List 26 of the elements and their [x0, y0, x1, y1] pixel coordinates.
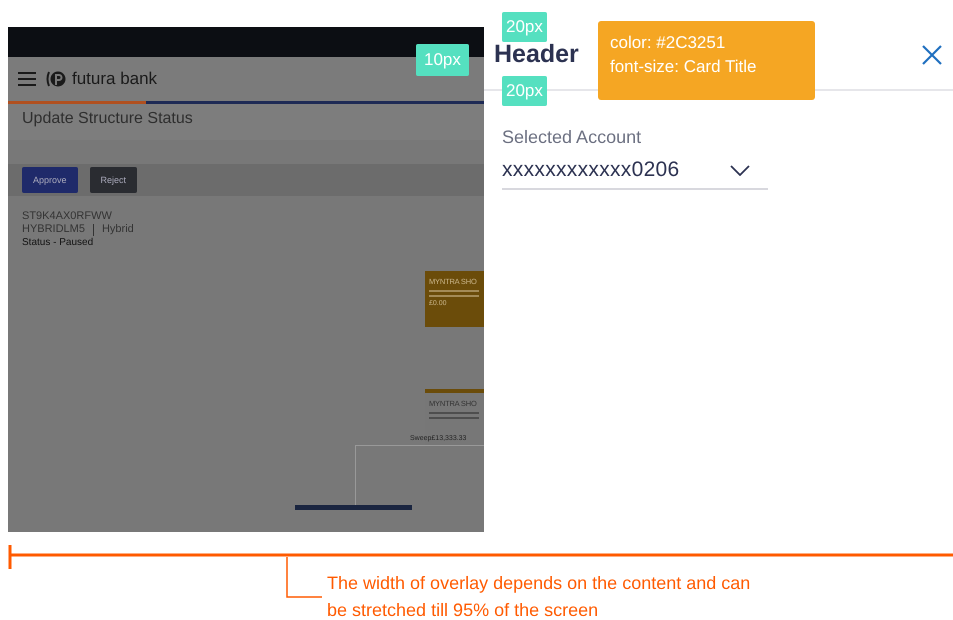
structure-id: ST9K4AX0RFWW [22, 210, 113, 223]
note-line: font-size: Card Title [610, 56, 758, 78]
page-title: Update Structure Status [8, 104, 484, 140]
structure-status: Status - Paused [22, 236, 94, 249]
leader-line [286, 557, 322, 599]
masked-text-line [429, 295, 479, 297]
logo-icon [46, 70, 66, 88]
spacing-label: 20px [502, 76, 547, 106]
action-button[interactable]: Reject [90, 167, 138, 193]
spacing-label: 10px [416, 44, 469, 76]
width-note: The width of overlay depends on the content and can be stretched till 95% of the screen [327, 572, 752, 620]
spacing-label: 20px [502, 12, 547, 42]
note-line: color: #2C3251 [610, 32, 726, 54]
overlay-title: Header [494, 40, 579, 69]
chevron-down-icon [730, 164, 750, 176]
field-label: Selected Account [502, 127, 642, 148]
menu-icon[interactable] [18, 72, 36, 86]
masked-text-line [429, 417, 479, 419]
masked-text-line [429, 412, 479, 414]
structure-code: HYBRIDLM5 [22, 223, 85, 236]
masked-text-line [429, 290, 479, 292]
structure-type: Hybrid [102, 223, 134, 236]
brand-name: futura bank [72, 69, 158, 89]
action-button[interactable]: Approve [22, 167, 78, 193]
close-icon[interactable] [921, 44, 943, 66]
account-select[interactable]: xxxxxxxxxxxx0206 [502, 158, 768, 190]
